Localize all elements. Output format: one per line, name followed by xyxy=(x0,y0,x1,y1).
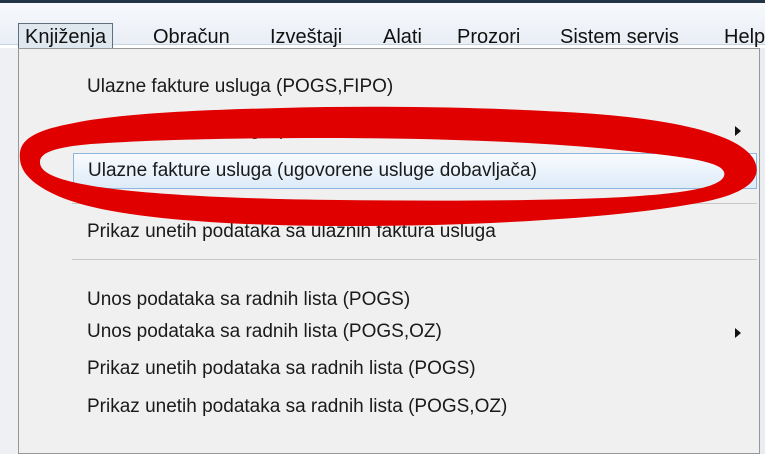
menu-item-label: Unos podataka sa radnih lista (POGS) xyxy=(87,289,411,310)
menu-item-ulazne-fakture-ugovorene-usluge[interactable]: Ulazne fakture usluga (ugovorene usluge … xyxy=(73,153,757,189)
menu-item-label: Prikaz unetih podataka sa radnih lista (… xyxy=(87,358,476,379)
background-right xyxy=(760,48,765,454)
menu-item-unos-radnih-lista-pogs-oz[interactable]: Unos podataka sa radnih lista (POGS,OZ) xyxy=(67,314,757,350)
menu-help[interactable]: Help xyxy=(718,23,765,51)
menu-obracun[interactable]: Obračun xyxy=(147,23,236,51)
menu-item-label: Ulazne fakture usluga (ugovorene usluge … xyxy=(88,160,537,181)
menu-item-label: Unos podataka sa radnih lista (POGS,OZ) xyxy=(87,321,442,342)
menu-bar: Knjiženja Obračun Izveštaji Alati Prozor… xyxy=(0,3,765,51)
menu-item-unos-radnih-lista-pogs[interactable]: Unos podataka sa radnih lista (POGS) xyxy=(67,282,757,318)
menu-separator xyxy=(72,259,757,260)
menu-alati[interactable]: Alati xyxy=(377,23,428,51)
menu-item-ulazne-fakture-pogs-fipo-rok[interactable]: Ulazne fakture usluga (POGS,FIPO,ROK) xyxy=(67,112,757,148)
menu-item-label: Ulazne fakture usluga (POGS,FIPO) xyxy=(87,76,394,97)
knjizenja-dropdown-menu: Ulazne fakture usluga (POGS,FIPO) Ulazne… xyxy=(18,48,760,454)
menu-prozori[interactable]: Prozori xyxy=(451,23,526,51)
menu-item-label: Prikaz unetih podataka sa radnih lista (… xyxy=(87,396,508,417)
menu-sistem-servis[interactable]: Sistem servis xyxy=(554,23,685,51)
submenu-arrow-icon xyxy=(735,328,741,338)
menu-item-label: Prikaz unetih podataka sa ulaznih faktur… xyxy=(87,221,496,242)
menu-item-prikaz-ulaznih-faktura[interactable]: Prikaz unetih podataka sa ulaznih faktur… xyxy=(67,214,757,250)
menu-izvestaji[interactable]: Izveštaji xyxy=(264,23,348,51)
menu-item-prikaz-radnih-lista-pogs[interactable]: Prikaz unetih podataka sa radnih lista (… xyxy=(67,351,757,387)
background-left xyxy=(0,48,18,454)
menu-item-ulazne-fakture-pogs-fipo[interactable]: Ulazne fakture usluga (POGS,FIPO) xyxy=(67,69,757,105)
menu-item-label: Ulazne fakture usluga (POGS,FIPO,ROK) xyxy=(87,119,440,140)
menu-knjizenja[interactable]: Knjiženja xyxy=(18,23,114,51)
menu-item-prikaz-radnih-lista-pogs-oz[interactable]: Prikaz unetih podataka sa radnih lista (… xyxy=(67,389,757,425)
submenu-arrow-icon xyxy=(735,126,741,136)
menu-separator xyxy=(72,203,757,204)
